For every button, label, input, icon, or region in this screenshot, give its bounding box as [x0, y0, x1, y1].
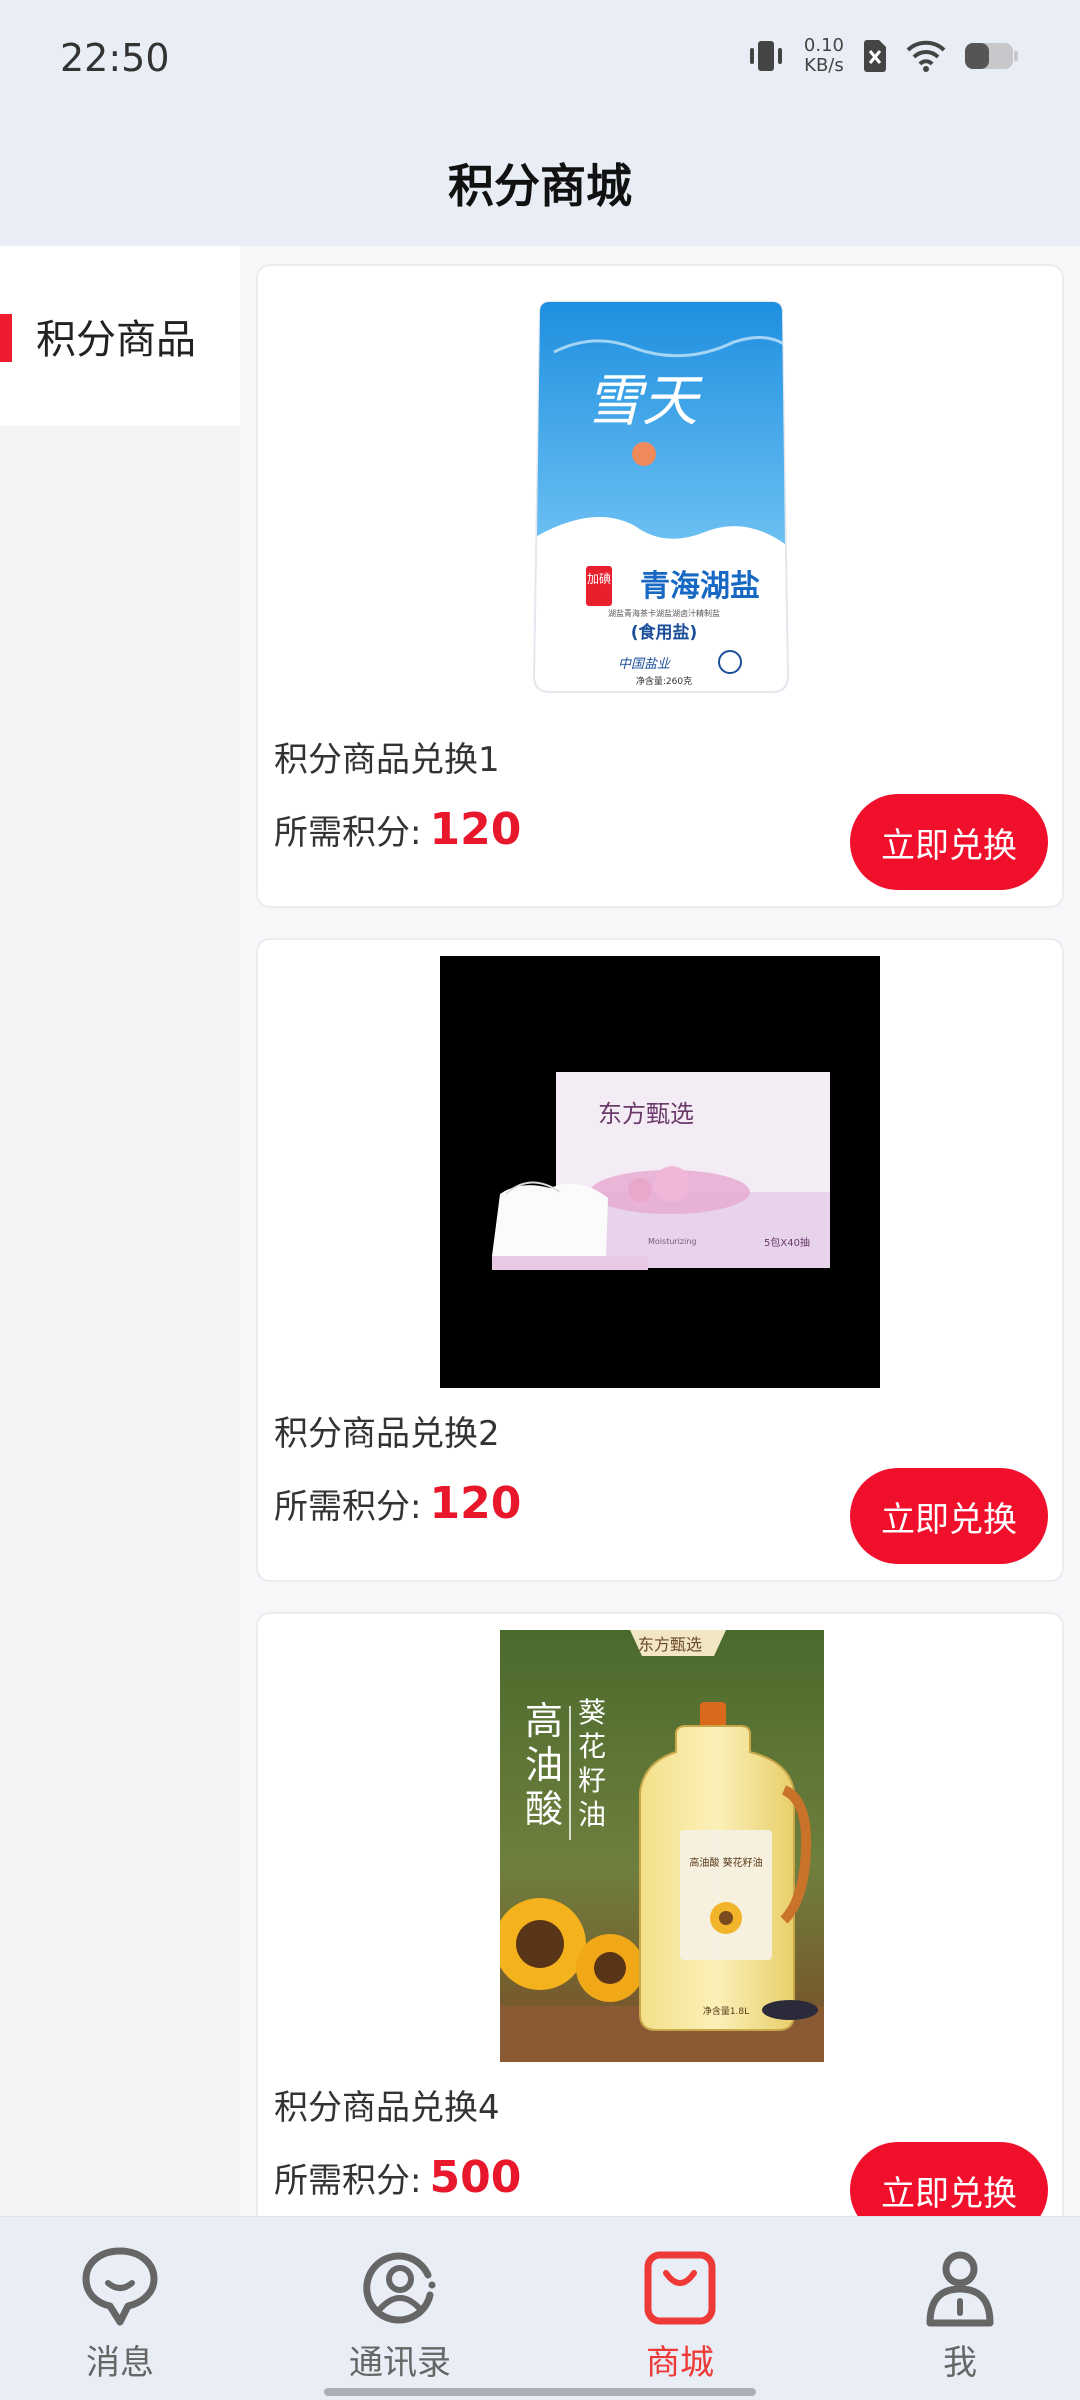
category-sidebar: 积分商品	[0, 246, 240, 2216]
nav-tab-mall[interactable]: 商城	[580, 2245, 780, 2384]
oil-brand-text: 东方甄选	[638, 1635, 702, 1654]
salt-brand-text: 雪天	[586, 369, 703, 434]
contacts-icon	[358, 2245, 442, 2333]
salt-sub-text: (食用盐)	[631, 622, 698, 643]
redeem-button[interactable]: 立即兑换	[850, 1468, 1048, 1564]
home-indicator[interactable]	[324, 2388, 756, 2396]
points-value: 500	[429, 2152, 522, 2203]
oil-name-char-1: 葵	[578, 1696, 606, 1729]
product-card[interactable]: 东方甄选 高 油 酸 葵 花 籽 油 高油酸 葵花籽油 净含量1.8L 积分商品…	[256, 1612, 1064, 2216]
page-title: 积分商城	[448, 159, 632, 213]
oil-name-char-4: 油	[578, 1798, 606, 1831]
nav-label: 消息	[86, 2343, 154, 2383]
nav-tab-me[interactable]: 我	[860, 2245, 1060, 2384]
redeem-button[interactable]: 立即兑换	[850, 2142, 1048, 2216]
product-image[interactable]: 东方甄选 高 油 酸 葵 花 籽 油 高油酸 葵花籽油 净含量1.8L	[500, 1630, 824, 2062]
sidebar-item-points-goods[interactable]: 积分商品	[0, 246, 240, 426]
product-card[interactable]: 东方甄选 Moisturizing 5包X40抽 积分商品兑换2 所需积分: 1…	[256, 938, 1064, 1582]
salt-net-text: 净含量:260克	[636, 675, 692, 687]
person-icon	[918, 2245, 1002, 2333]
battery-icon	[964, 41, 1020, 71]
salt-badge-text: 加碘	[587, 572, 611, 586]
wifi-icon	[906, 40, 946, 72]
product-list[interactable]: 雪天 加碘 青海湖盐 湖盐青海茶卡湖盐湖卤汁精制盐 (食用盐) 中国盐业 净含量…	[254, 246, 1064, 2216]
status-bar: 22:50 0.10 KB/s	[0, 0, 1080, 120]
product-card[interactable]: 雪天 加碘 青海湖盐 湖盐青海茶卡湖盐湖卤汁精制盐 (食用盐) 中国盐业 净含量…	[256, 264, 1064, 908]
oil-net-text: 净含量1.8L	[703, 2005, 749, 2017]
oil-big-char-2: 油	[525, 1743, 563, 1787]
no-sim-icon	[862, 39, 888, 73]
tissue-pack-text: 5包X40抽	[764, 1236, 810, 1249]
oil-bottle-label: 高油酸 葵花籽油	[689, 1856, 762, 1869]
net-speed-value: 0.10	[803, 35, 844, 56]
oil-name-char-2: 花	[578, 1730, 606, 1763]
salt-fine-print: 湖盐青海茶卡湖盐湖卤汁精制盐	[608, 608, 720, 618]
status-time: 22:50	[60, 36, 170, 80]
points-value: 120	[429, 804, 522, 855]
tissue-product-text: Moisturizing	[648, 1237, 696, 1246]
nav-label: 我	[943, 2343, 977, 2383]
points-required: 所需积分: 120	[274, 1478, 521, 1529]
active-indicator	[0, 314, 12, 362]
salt-slogan-text: 中国盐业	[618, 657, 671, 672]
product-name: 积分商品兑换1	[274, 740, 500, 780]
vibrate-icon	[746, 38, 786, 74]
product-name: 积分商品兑换4	[274, 2088, 500, 2128]
chat-bubble-icon	[78, 2245, 162, 2333]
shopping-bag-icon	[638, 2245, 722, 2333]
points-required: 所需积分: 500	[274, 2152, 521, 2203]
points-required: 所需积分: 120	[274, 804, 521, 855]
net-speed: 0.10 KB/s	[804, 36, 844, 76]
points-label: 所需积分:	[274, 2161, 422, 2201]
net-speed-unit: KB/s	[804, 55, 844, 76]
points-value: 120	[429, 1478, 522, 1529]
tissue-brand-text: 东方甄选	[598, 1100, 694, 1128]
nav-label: 商城	[646, 2343, 714, 2383]
nav-tab-messages[interactable]: 消息	[20, 2245, 220, 2384]
product-image[interactable]: 东方甄选 Moisturizing 5包X40抽	[440, 956, 880, 1388]
nav-tab-contacts[interactable]: 通讯录	[300, 2245, 500, 2384]
sidebar-item-label: 积分商品	[36, 317, 196, 363]
points-label: 所需积分:	[274, 1487, 422, 1527]
oil-big-char-3: 酸	[525, 1787, 563, 1831]
salt-product-text: 青海湖盐	[640, 569, 760, 604]
oil-big-char-1: 高	[525, 1699, 563, 1743]
redeem-button[interactable]: 立即兑换	[850, 794, 1048, 890]
nav-label: 通讯录	[349, 2343, 451, 2383]
oil-name-char-3: 籽	[578, 1764, 606, 1797]
status-icons: 0.10 KB/s	[746, 36, 1020, 76]
points-label: 所需积分:	[274, 813, 422, 853]
bottom-nav: 消息 通讯录 商城 我	[0, 2216, 1080, 2400]
app-header: 积分商城	[0, 120, 1080, 246]
product-name: 积分商品兑换2	[274, 1414, 500, 1454]
product-image[interactable]: 雪天 加碘 青海湖盐 湖盐青海茶卡湖盐湖卤汁精制盐 (食用盐) 中国盐业 净含量…	[444, 282, 878, 714]
